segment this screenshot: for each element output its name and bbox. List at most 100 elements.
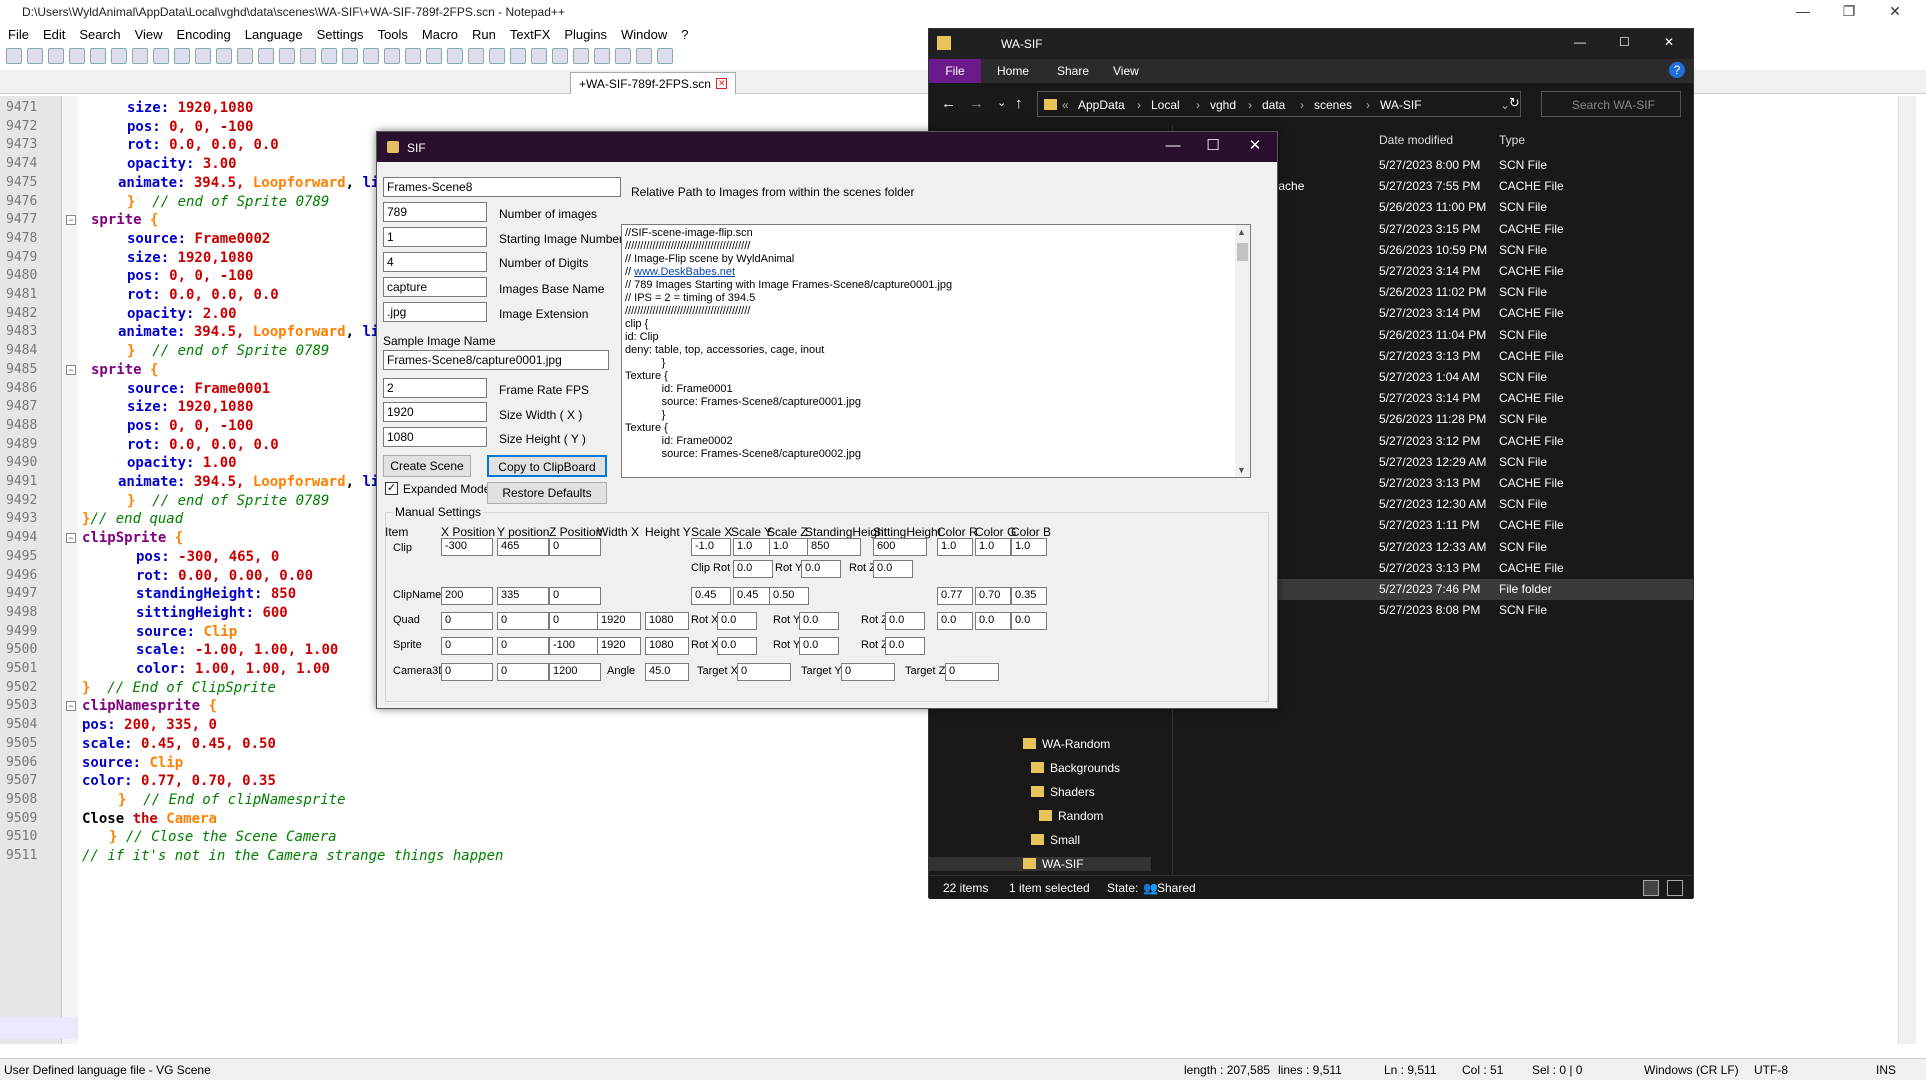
clipname-scale-z-input[interactable]: 0.50: [769, 587, 809, 605]
quad-y-input[interactable]: 0: [497, 612, 549, 630]
breadcrumb-scenes[interactable]: scenes: [1314, 98, 1352, 112]
clip-color-g-input[interactable]: 1.0: [975, 538, 1011, 556]
fold-toggle-icon[interactable]: −: [66, 533, 76, 544]
breadcrumb-data[interactable]: data: [1262, 98, 1285, 112]
digits-input[interactable]: 4: [383, 252, 487, 272]
nav-item[interactable]: WA-Random: [1023, 737, 1110, 751]
fold-toggle-icon[interactable]: −: [66, 215, 76, 226]
sprite-rot-x-input[interactable]: 0.0: [717, 637, 757, 655]
quad-color-r-input[interactable]: 0.0: [937, 612, 973, 630]
clipname-scale-y-input[interactable]: 0.45: [733, 587, 773, 605]
sprite-rot-z-input[interactable]: 0.0: [885, 637, 925, 655]
clip-scale-y-input[interactable]: 1.0: [733, 538, 773, 556]
clip-scale-x-input[interactable]: -1.0: [691, 538, 731, 556]
restore-defaults-button[interactable]: Restore Defaults: [487, 482, 607, 504]
ribbon-tab-view[interactable]: View: [1113, 64, 1139, 78]
help-icon[interactable]: ?: [1669, 62, 1685, 78]
extension-input[interactable]: .jpg: [383, 302, 487, 322]
menu-item-encoding[interactable]: Encoding: [177, 27, 231, 42]
menu-item-plugins[interactable]: Plugins: [564, 27, 607, 42]
clipname-x-input[interactable]: 200: [441, 587, 493, 605]
clip-color-r-input[interactable]: 1.0: [937, 538, 973, 556]
clipname-color-r-input[interactable]: 0.77: [937, 587, 973, 605]
ribbon-tab-share[interactable]: Share: [1057, 64, 1089, 78]
clip-rot-y-input[interactable]: 0.0: [801, 560, 841, 578]
sprite-x-input[interactable]: 0: [441, 637, 493, 655]
up-arrow-icon[interactable]: ↑: [1015, 95, 1023, 112]
copy-icon[interactable]: [174, 48, 190, 64]
search-input[interactable]: Search WA-SIF: [1541, 91, 1681, 117]
expanded-mode-checkbox[interactable]: ✓: [385, 482, 398, 495]
sync-h-icon[interactable]: [363, 48, 379, 64]
quad-rot-x-input[interactable]: 0.0: [717, 612, 757, 630]
copy-clipboard-button[interactable]: Copy to ClipBoard: [487, 455, 607, 477]
menu-item-macro[interactable]: Macro: [422, 27, 458, 42]
preview-scrollbar[interactable]: ▲ ▼: [1235, 225, 1250, 477]
sif-maximize-button[interactable]: ☐: [1199, 136, 1227, 158]
new-icon[interactable]: [6, 48, 22, 64]
wrap-icon[interactable]: [384, 48, 400, 64]
sitting-height-input[interactable]: 600: [873, 538, 927, 556]
breadcrumb-vghd[interactable]: vghd: [1210, 98, 1236, 112]
menu-item-help[interactable]: ?: [681, 27, 688, 42]
clipname-scale-x-input[interactable]: 0.45: [691, 587, 731, 605]
spellcheck-icon[interactable]: [657, 48, 673, 64]
explorer-minimize-button[interactable]: —: [1574, 35, 1586, 49]
camera-y-input[interactable]: 0: [497, 663, 549, 681]
menu-item-window[interactable]: Window: [621, 27, 667, 42]
nav-item[interactable]: Small: [1031, 833, 1080, 847]
width-input[interactable]: 1920: [383, 402, 487, 422]
func-list-icon[interactable]: [489, 48, 505, 64]
base-name-input[interactable]: capture: [383, 277, 487, 297]
sif-minimize-button[interactable]: —: [1159, 136, 1187, 158]
chevron-down-icon[interactable]: ⌄: [997, 96, 1006, 109]
target-x-input[interactable]: 0: [737, 663, 791, 681]
quad-z-input[interactable]: 0: [549, 612, 601, 630]
height-input[interactable]: 1080: [383, 427, 487, 447]
all-chars-icon[interactable]: [405, 48, 421, 64]
zoom-in-icon[interactable]: [300, 48, 316, 64]
quad-x-input[interactable]: 0: [441, 612, 493, 630]
nav-item[interactable]: Backgrounds: [1031, 761, 1120, 775]
find-icon[interactable]: [258, 48, 274, 64]
paste-icon[interactable]: [195, 48, 211, 64]
clipname-y-input[interactable]: 335: [497, 587, 549, 605]
create-scene-button[interactable]: Create Scene: [383, 455, 471, 477]
nav-item[interactable]: Shaders: [1031, 785, 1095, 799]
back-arrow-icon[interactable]: ←: [941, 95, 956, 112]
menu-item-edit[interactable]: Edit: [43, 27, 65, 42]
refresh-icon[interactable]: ↻: [1509, 95, 1520, 111]
folder-ws-icon[interactable]: [510, 48, 526, 64]
udl-icon[interactable]: [447, 48, 463, 64]
record-icon[interactable]: [552, 48, 568, 64]
save-all-icon[interactable]: [69, 48, 85, 64]
replace-icon[interactable]: [279, 48, 295, 64]
open-icon[interactable]: [27, 48, 43, 64]
close-icon[interactable]: [90, 48, 106, 64]
breadcrumb-local[interactable]: Local: [1151, 98, 1180, 112]
nav-item[interactable]: Random: [1039, 809, 1103, 823]
ribbon-tab-file[interactable]: File: [929, 59, 981, 83]
clip-color-b-input[interactable]: 1.0: [1011, 538, 1047, 556]
sprite-width-input[interactable]: 1920: [597, 637, 641, 655]
deskbabes-link[interactable]: www.DeskBabes.net: [634, 266, 735, 278]
quad-height-input[interactable]: 1080: [645, 612, 689, 630]
close-all-icon[interactable]: [111, 48, 127, 64]
num-images-input[interactable]: 789: [383, 202, 487, 222]
save-icon[interactable]: [48, 48, 64, 64]
ribbon-tab-home[interactable]: Home: [997, 64, 1029, 78]
file-tab[interactable]: +WA-SIF-789f-2FPS.scn ✕: [570, 72, 737, 94]
menu-item-view[interactable]: View: [135, 27, 163, 42]
print-icon[interactable]: [132, 48, 148, 64]
clip-rot-z-input[interactable]: 0.0: [873, 560, 913, 578]
breadcrumb-appdata[interactable]: AppData: [1078, 98, 1125, 112]
sprite-y-input[interactable]: 0: [497, 637, 549, 655]
scroll-down-icon[interactable]: ▼: [1237, 465, 1246, 475]
indent-guide-icon[interactable]: [426, 48, 442, 64]
scroll-up-icon[interactable]: ▲: [1237, 227, 1246, 237]
fps-input[interactable]: 2: [383, 378, 487, 398]
clipname-color-b-input[interactable]: 0.35: [1011, 587, 1047, 605]
nav-item[interactable]: WA-SIF: [929, 857, 1151, 871]
clip-rot-x-input[interactable]: 0.0: [733, 560, 773, 578]
menu-item-run[interactable]: Run: [472, 27, 496, 42]
